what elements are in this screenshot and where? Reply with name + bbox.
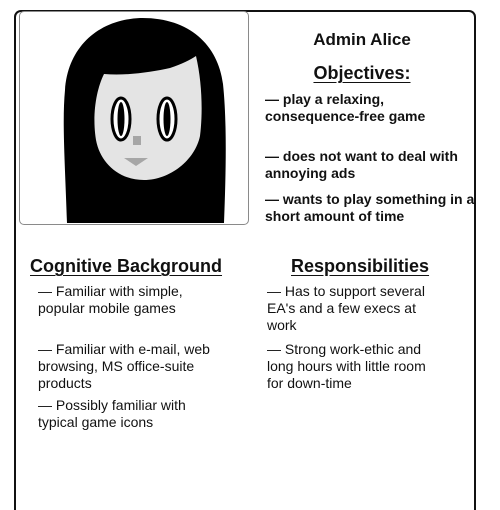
persona-avatar-illustration	[63, 17, 226, 223]
objective-item: — play a relaxing, consequence-free game	[265, 91, 426, 124]
cognitive-item: — Possibly familiar with typical game ic…	[38, 397, 186, 430]
objective-item: — wants to play something in a short amo…	[265, 191, 475, 224]
objectives-heading: Objectives:	[313, 63, 411, 83]
persona-name: Admin Alice	[313, 30, 411, 49]
cognitive-item: — Familiar with simple, popular mobile g…	[38, 283, 183, 316]
nose-shape	[133, 136, 141, 145]
cognitive-background-heading: Cognitive Background	[30, 256, 223, 276]
cognitive-item: — Familiar with e-mail, web browsing, MS…	[38, 341, 210, 391]
right-eye-shape	[156, 96, 178, 142]
responsibility-item: — Strong work-ethic and long hours with …	[267, 341, 426, 391]
persona-avatar	[19, 11, 249, 225]
left-eye-shape	[110, 96, 132, 142]
responsibility-item: — Has to support several EA's and a few …	[267, 283, 425, 333]
responsibilities-heading: Responsibilities	[291, 256, 430, 276]
objective-item: — does not want to deal with annoying ad…	[265, 148, 458, 181]
